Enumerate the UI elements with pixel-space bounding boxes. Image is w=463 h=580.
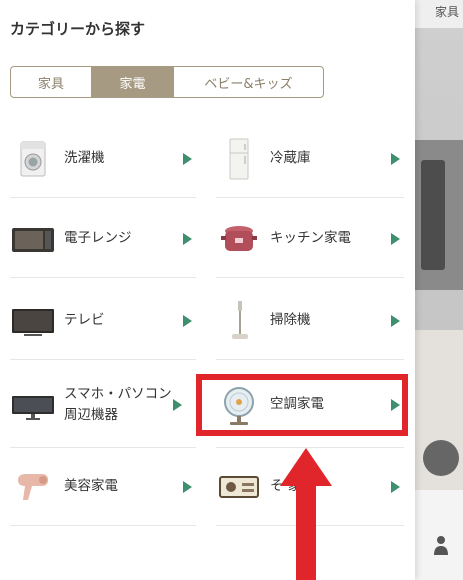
category-tv[interactable]: テレビ xyxy=(10,282,196,360)
chevron-right-icon xyxy=(391,152,400,165)
category-washing-machine[interactable]: 洗濯機 xyxy=(10,120,196,198)
category-tabs: 家具 家電 ベビー&キッズ xyxy=(10,66,324,98)
category-pc-peripherals[interactable]: スマホ・パソコン周辺機器 xyxy=(10,362,196,448)
fan-icon xyxy=(224,386,254,425)
category-panel: カテゴリーから探す 家具 家電 ベビー&キッズ 洗濯機 冷蔵庫 電子レンジ キッ… xyxy=(0,0,415,580)
category-label: 洗濯機 xyxy=(64,150,105,167)
category-label: 空調家電 xyxy=(270,396,324,413)
category-beauty[interactable]: 美容家電 xyxy=(10,448,196,526)
chevron-right-icon xyxy=(183,152,192,165)
chevron-right-icon xyxy=(183,480,192,493)
tab-furniture[interactable]: 家具 xyxy=(11,67,91,97)
monitor-icon xyxy=(12,395,54,420)
up-arrow-icon xyxy=(280,448,332,580)
vacuum-icon xyxy=(232,300,248,339)
tab-baby-kids[interactable]: ベビー&キッズ xyxy=(173,67,323,97)
tv-icon xyxy=(12,308,54,336)
category-label: 美容家電 xyxy=(64,478,118,495)
category-label: スマホ・パソコン周辺機器 xyxy=(64,386,172,423)
washing-machine-icon xyxy=(20,141,46,176)
chevron-right-icon xyxy=(183,232,192,245)
microwave-icon xyxy=(12,227,54,252)
hair-dryer-icon xyxy=(18,473,48,500)
category-label: 掃除機 xyxy=(270,312,311,329)
category-label: キッチン家電 xyxy=(270,230,351,247)
chevron-right-icon xyxy=(183,314,192,327)
chevron-right-icon xyxy=(391,398,400,411)
chevron-right-icon xyxy=(391,480,400,493)
category-label: 冷蔵庫 xyxy=(270,150,311,167)
category-vacuum[interactable]: 掃除機 xyxy=(216,282,404,360)
radio-icon xyxy=(219,475,259,498)
chevron-right-icon xyxy=(173,398,182,411)
background-page: 家具 xyxy=(415,0,463,580)
rice-cooker-icon xyxy=(221,225,257,251)
category-air-conditioning[interactable]: 空調家電 xyxy=(216,362,404,448)
background-avatar-icon xyxy=(423,440,459,476)
category-microwave[interactable]: 電子レンジ xyxy=(10,200,196,278)
person-icon xyxy=(434,536,448,555)
chevron-right-icon xyxy=(391,314,400,327)
chevron-right-icon xyxy=(391,232,400,245)
tab-appliances[interactable]: 家電 xyxy=(91,67,173,97)
background-image-kitchen xyxy=(415,140,463,290)
category-label: テレビ xyxy=(64,312,105,329)
refrigerator-icon xyxy=(229,138,249,179)
category-kitchen-appliances[interactable]: キッチン家電 xyxy=(216,200,404,278)
category-label: 電子レンジ xyxy=(64,230,132,247)
panel-title: カテゴリーから探す xyxy=(10,20,146,38)
background-tab-label: 家具 xyxy=(435,5,460,19)
category-refrigerator[interactable]: 冷蔵庫 xyxy=(216,120,404,198)
